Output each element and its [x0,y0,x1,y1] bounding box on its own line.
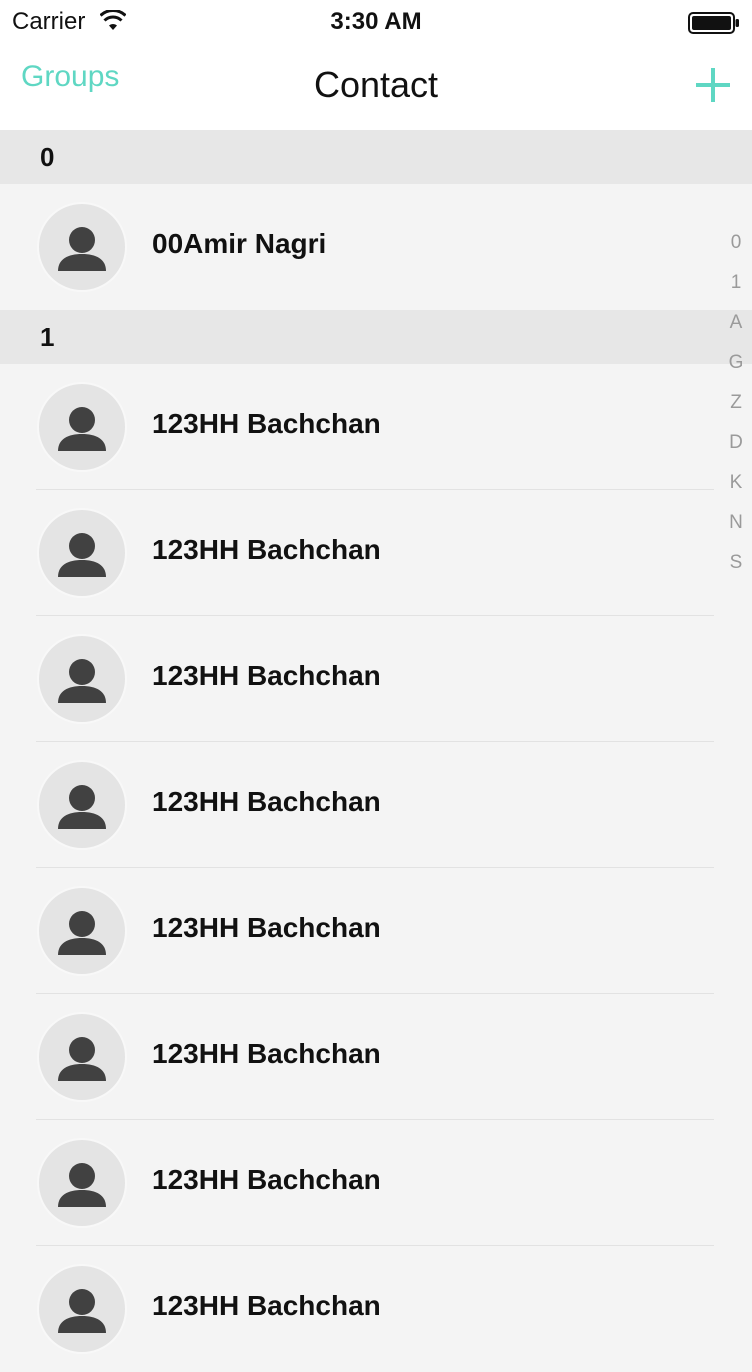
contact-row[interactable]: 123HH Bachchan [0,742,752,868]
contact-row[interactable]: 123HH Bachchan [0,616,752,742]
avatar-person-icon [37,508,127,598]
contact-name: 123HH Bachchan [152,660,381,691]
contact-row[interactable]: 123HH Bachchan [0,364,752,490]
avatar-person-icon [37,1012,127,1102]
contact-name: 123HH Bachchan [152,534,381,565]
avatar-person-icon [37,634,127,724]
contact-name: 123HH Bachchan [152,786,381,817]
add-contact-button[interactable] [696,68,730,102]
index-letter[interactable]: G [726,352,746,374]
battery-icon [688,12,739,34]
contact-name: 123HH Bachchan [152,408,381,439]
index-letter[interactable]: S [726,552,746,574]
avatar-person-icon [37,1264,127,1354]
avatar-person-icon [37,760,127,850]
section-header: 0 [0,130,752,184]
avatar-person-icon [37,202,127,292]
index-letter[interactable]: K [726,472,746,494]
contact-name: 123HH Bachchan [152,1038,381,1069]
contact-row[interactable]: 123HH Bachchan [0,868,752,994]
index-letter[interactable]: 0 [726,232,746,254]
section-header: 1 [0,310,752,364]
index-letter[interactable]: D [726,432,746,454]
index-letter[interactable]: Z [726,392,746,414]
avatar-person-icon [37,382,127,472]
contact-row[interactable]: 123HH Bachchan [0,1120,752,1246]
page-title: Contact [313,64,439,105]
index-letter[interactable]: N [726,512,746,534]
avatar-person-icon [37,1138,127,1228]
section-title: 1 [40,322,55,352]
index-letter[interactable]: 1 [726,272,746,294]
status-time: 3:30 AM [330,8,422,35]
contact-name: 123HH Bachchan [152,1164,381,1195]
contact-row[interactable]: 00Amir Nagri [0,184,752,310]
section-title: 0 [40,142,55,172]
navigation-bar: Groups Contact [0,44,752,130]
contact-row[interactable]: 123HH Bachchan [0,1246,752,1372]
status-bar: Carrier 3:30 AM [0,0,752,44]
avatar-person-icon [37,886,127,976]
index-letter[interactable]: A [726,312,746,334]
contact-name: 123HH Bachchan [152,912,381,943]
contact-row[interactable]: 123HH Bachchan [0,490,752,616]
contact-row[interactable]: 123HH Bachchan [0,994,752,1120]
contact-name: 00Amir Nagri [152,228,327,259]
contact-name: 123HH Bachchan [152,1290,381,1321]
